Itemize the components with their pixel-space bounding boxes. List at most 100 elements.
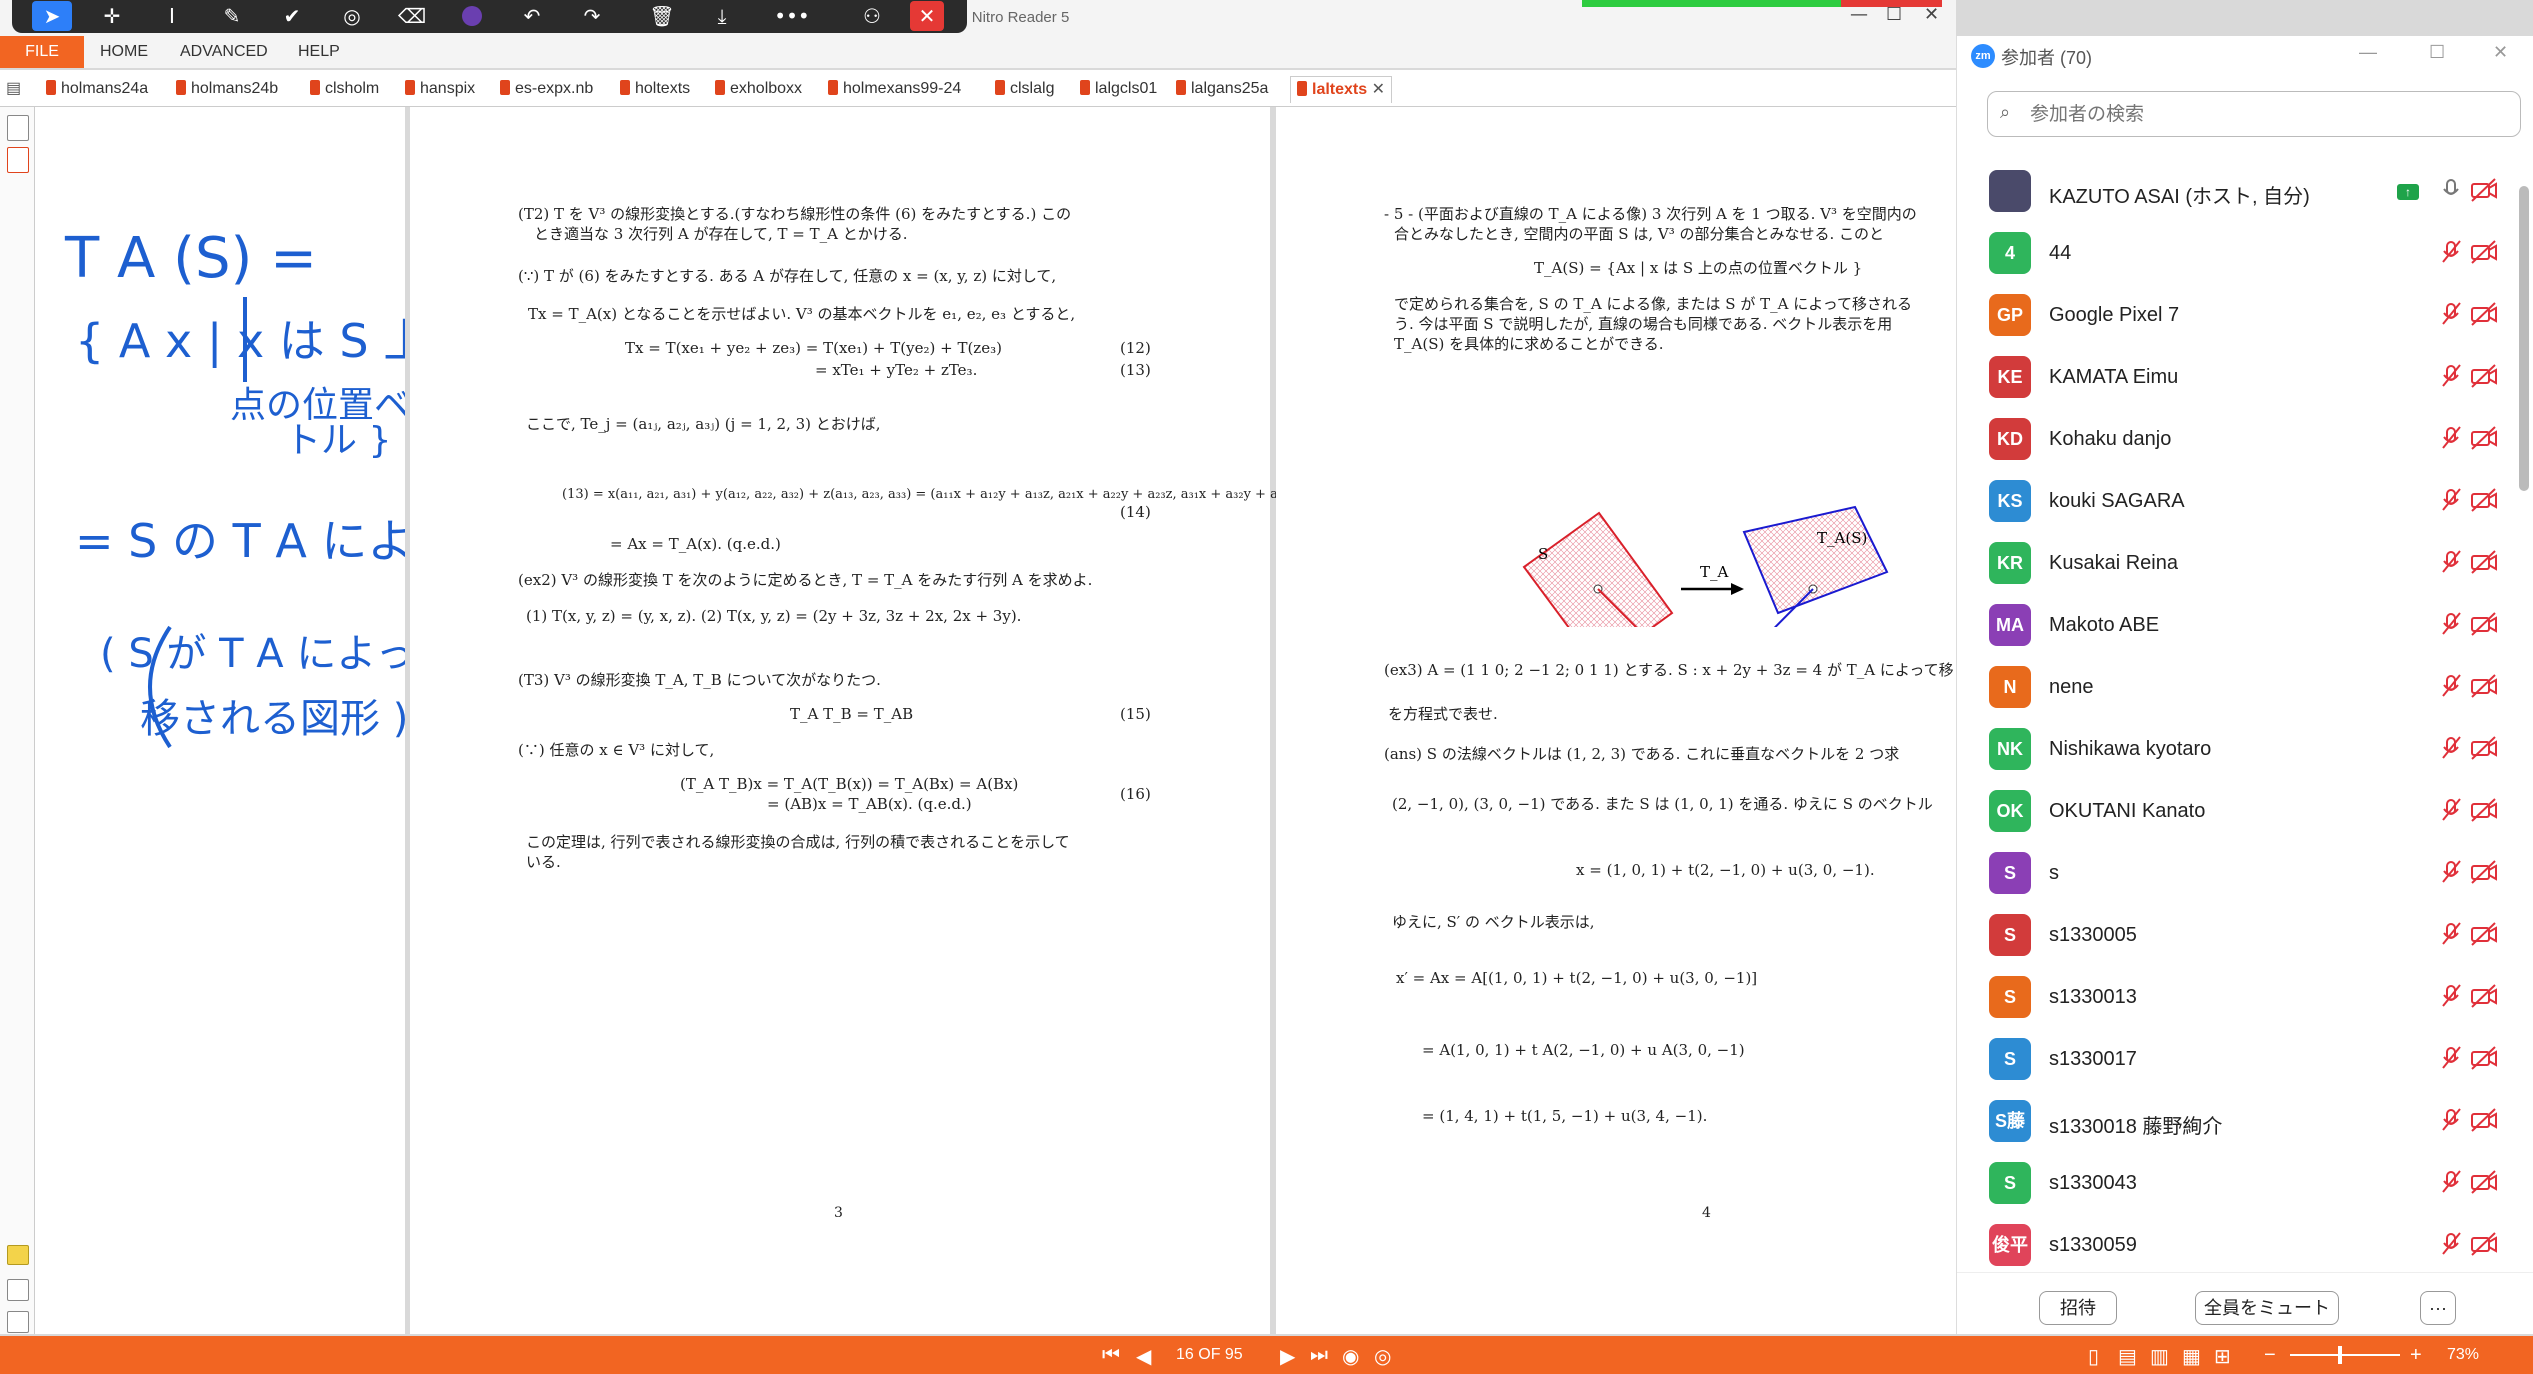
participant-row[interactable]: 俊平 s1330059 bbox=[1957, 1214, 2517, 1276]
mute-all-button[interactable]: 全員をミュート bbox=[2195, 1291, 2339, 1325]
video-off-icon[interactable] bbox=[2469, 486, 2499, 514]
participants-icon[interactable]: ⚇ bbox=[852, 1, 892, 31]
trash-icon[interactable]: 🗑 bbox=[642, 1, 682, 31]
page-indicator[interactable]: 16 OF 95 bbox=[1176, 1346, 1243, 1364]
participant-row[interactable]: Ss1330043 bbox=[1957, 1152, 2517, 1214]
previous-page-icon[interactable]: ◀ bbox=[1136, 1344, 1151, 1369]
participant-row[interactable]: KD Kohaku danjo bbox=[1957, 408, 2517, 470]
mic-muted-icon[interactable] bbox=[2439, 362, 2463, 390]
forward-view-icon[interactable]: ◎ bbox=[1374, 1344, 1391, 1369]
participant-row[interactable]: Ss bbox=[1957, 842, 2517, 904]
participant-row[interactable]: Ss1330013 bbox=[1957, 966, 2517, 1028]
mic-muted-icon[interactable] bbox=[2439, 734, 2463, 762]
maximize-button[interactable]: ☐ bbox=[1886, 4, 1902, 25]
file-menu[interactable]: FILE bbox=[0, 36, 84, 68]
tab-holmans24b[interactable]: holmans24b bbox=[176, 76, 278, 102]
tab-hanspix[interactable]: hanspix bbox=[405, 76, 475, 102]
panel-minimize-button[interactable]: — bbox=[2359, 42, 2377, 63]
mic-muted-icon[interactable] bbox=[2439, 1168, 2463, 1196]
undo-icon[interactable]: ↶ bbox=[512, 1, 552, 31]
video-off-icon[interactable] bbox=[2469, 1168, 2499, 1196]
tab-lalgcls01[interactable]: lalgcls01 bbox=[1080, 76, 1157, 102]
participant-search-box[interactable]: ⌕ bbox=[1987, 91, 2521, 137]
tab-es-expx[interactable]: es-expx.nb bbox=[500, 76, 593, 102]
tab-close-icon[interactable]: ✕ bbox=[1372, 81, 1385, 98]
video-off-icon[interactable] bbox=[2469, 982, 2499, 1010]
participant-row[interactable]: KS kouki SAGARA bbox=[1957, 470, 2517, 532]
video-off-icon[interactable] bbox=[2469, 548, 2499, 576]
next-page-icon[interactable]: ▶ bbox=[1280, 1344, 1295, 1369]
last-page-icon[interactable]: ⏭ bbox=[1310, 1344, 1328, 1367]
continuous-view-icon[interactable]: ▤ bbox=[2118, 1344, 2137, 1369]
participant-row[interactable]: 4 44 bbox=[1957, 222, 2517, 284]
tab-holmexans99-24[interactable]: holmexans99-24 bbox=[828, 76, 961, 102]
mic-muted-icon[interactable] bbox=[2439, 672, 2463, 700]
participant-row[interactable]: NK Nishikawa kyotaro bbox=[1957, 718, 2517, 780]
mic-muted-icon[interactable] bbox=[2439, 982, 2463, 1010]
mic-muted-icon[interactable] bbox=[2439, 238, 2463, 266]
pages-panel-icon[interactable] bbox=[7, 115, 29, 141]
mic-muted-icon[interactable] bbox=[2439, 1106, 2463, 1134]
video-off-icon[interactable] bbox=[2469, 1106, 2499, 1134]
tab-clsholm[interactable]: clsholm bbox=[310, 76, 379, 102]
tab-laltexts[interactable]: laltexts ✕ bbox=[1290, 76, 1392, 103]
zoom-out-icon[interactable]: − bbox=[2264, 1344, 2276, 1367]
tab-lalgans25a[interactable]: lalgans25a bbox=[1176, 76, 1268, 102]
participant-row[interactable]: Nnene bbox=[1957, 656, 2517, 718]
video-off-icon[interactable] bbox=[2469, 424, 2499, 452]
video-off-icon[interactable] bbox=[2469, 920, 2499, 948]
stamp-icon[interactable]: ◎ bbox=[332, 1, 372, 31]
microphone-icon[interactable] bbox=[2439, 176, 2463, 204]
zoom-level[interactable]: 73% bbox=[2447, 1346, 2479, 1364]
menu-home[interactable]: HOME bbox=[100, 43, 148, 61]
text-icon[interactable]: I bbox=[152, 1, 192, 31]
mic-muted-icon[interactable] bbox=[2439, 548, 2463, 576]
attachments-panel-icon[interactable] bbox=[7, 1279, 29, 1301]
video-off-icon[interactable] bbox=[2469, 734, 2499, 762]
video-off-icon[interactable] bbox=[2469, 858, 2499, 886]
mic-muted-icon[interactable] bbox=[2439, 486, 2463, 514]
mic-muted-icon[interactable] bbox=[2439, 796, 2463, 824]
download-icon[interactable]: ⤓ bbox=[702, 1, 742, 31]
menu-advanced[interactable]: ADVANCED bbox=[180, 43, 268, 61]
pan-icon[interactable]: ✛ bbox=[92, 1, 132, 31]
back-view-icon[interactable]: ◉ bbox=[1342, 1344, 1359, 1369]
zoom-in-icon[interactable]: + bbox=[2410, 1344, 2422, 1367]
video-off-icon[interactable] bbox=[2469, 1044, 2499, 1072]
zoom-slider-track[interactable] bbox=[2290, 1354, 2400, 1356]
check-icon[interactable]: ✔ bbox=[272, 1, 312, 31]
color-picker-icon[interactable] bbox=[452, 1, 492, 31]
mic-muted-icon[interactable] bbox=[2439, 610, 2463, 638]
participant-row[interactable]: KAZUTO ASAI (ホスト, 自分) ↑ bbox=[1957, 160, 2517, 222]
invite-button[interactable]: 招待 bbox=[2039, 1291, 2117, 1325]
tab-holtexts[interactable]: holtexts bbox=[620, 76, 690, 102]
video-off-icon[interactable] bbox=[2469, 238, 2499, 266]
close-button[interactable]: ✕ bbox=[1924, 4, 1939, 25]
facing-view-icon[interactable]: ▥ bbox=[2150, 1344, 2169, 1369]
panel-close-button[interactable]: ✕ bbox=[2493, 42, 2508, 63]
close-annotation-icon[interactable]: ✕ bbox=[910, 1, 944, 31]
video-off-icon[interactable] bbox=[2469, 796, 2499, 824]
mic-muted-icon[interactable] bbox=[2439, 424, 2463, 452]
participant-row[interactable]: GP Google Pixel 7 bbox=[1957, 284, 2517, 346]
participant-row[interactable]: KR Kusakai Reina bbox=[1957, 532, 2517, 594]
tab-exholboxx[interactable]: exholboxx bbox=[715, 76, 802, 102]
video-off-icon[interactable] bbox=[2469, 300, 2499, 328]
comments-panel-icon[interactable] bbox=[7, 1245, 29, 1265]
mic-muted-icon[interactable] bbox=[2439, 300, 2463, 328]
select-pointer-icon[interactable]: ➤ bbox=[32, 1, 72, 31]
participant-row[interactable]: MA Makoto ABE bbox=[1957, 594, 2517, 656]
video-off-icon[interactable] bbox=[2469, 672, 2499, 700]
mic-muted-icon[interactable] bbox=[2439, 858, 2463, 886]
more-options-button[interactable]: ··· bbox=[2420, 1291, 2456, 1325]
participant-search-input[interactable] bbox=[2028, 100, 2512, 130]
participant-row[interactable]: Ss1330005 bbox=[1957, 904, 2517, 966]
participant-row[interactable]: S藤 s1330018 藤野絢介 bbox=[1957, 1090, 2517, 1152]
participant-row[interactable]: Ss1330017 bbox=[1957, 1028, 2517, 1090]
pen-icon[interactable]: ✎ bbox=[212, 1, 252, 31]
zoom-slider-handle[interactable] bbox=[2338, 1346, 2342, 1364]
mic-muted-icon[interactable] bbox=[2439, 1044, 2463, 1072]
tab-clslalg[interactable]: clslalg bbox=[995, 76, 1054, 102]
video-off-icon[interactable] bbox=[2469, 176, 2499, 204]
participant-list-scrollbar[interactable] bbox=[2519, 186, 2529, 491]
